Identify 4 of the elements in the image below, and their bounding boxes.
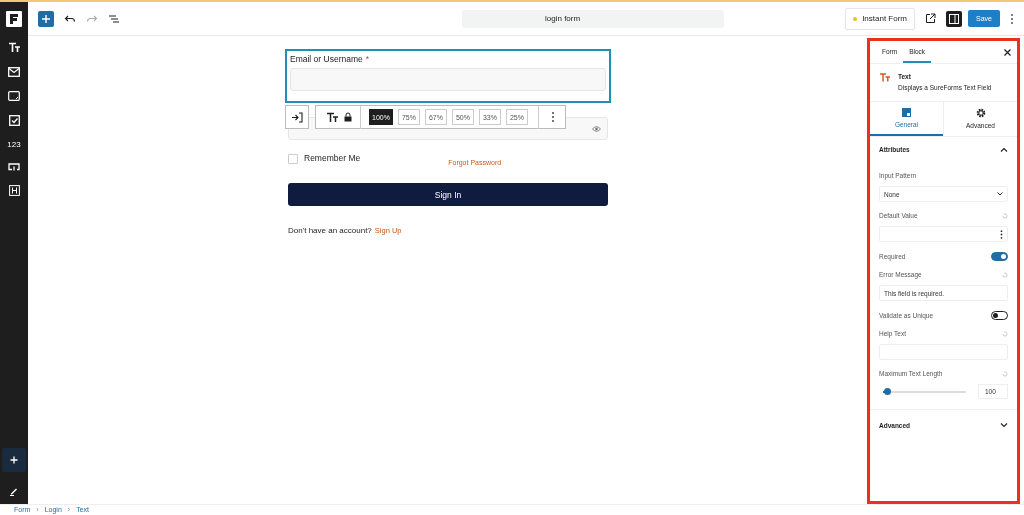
field-label: Email or Username * [290, 54, 371, 64]
remember-label: Remember Me [304, 153, 361, 163]
signup-prompt: Don't have an account? [288, 226, 372, 235]
required-mark: * [365, 54, 370, 64]
